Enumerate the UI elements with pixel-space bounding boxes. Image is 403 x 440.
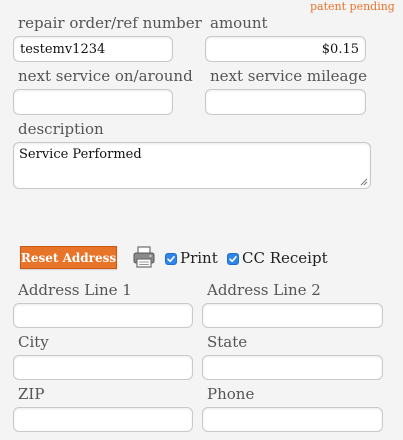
repair-order-input[interactable]: testemv1234 xyxy=(13,36,173,62)
address-line-2-input[interactable] xyxy=(202,303,383,328)
city-label: City xyxy=(18,333,49,351)
next-service-mileage-label: next service mileage xyxy=(210,67,367,85)
description-label: description xyxy=(18,120,104,138)
state-label: State xyxy=(207,333,248,351)
cc-receipt-checkbox[interactable] xyxy=(227,253,239,265)
resize-handle-icon[interactable] xyxy=(360,178,368,186)
address-line-1-label: Address Line 1 xyxy=(18,281,132,299)
next-service-mileage-input[interactable] xyxy=(205,89,366,115)
city-input[interactable] xyxy=(13,355,193,380)
state-input[interactable] xyxy=(202,355,383,380)
description-textarea[interactable]: Service Performed xyxy=(13,142,371,189)
checkmark-icon xyxy=(167,255,175,263)
zip-input[interactable] xyxy=(13,407,193,432)
address-line-2-label: Address Line 2 xyxy=(207,281,321,299)
amount-label: amount xyxy=(210,14,268,32)
printer-icon[interactable] xyxy=(132,245,156,269)
next-service-date-label: next service on/around xyxy=(18,67,193,85)
repair-order-label: repair order/ref number xyxy=(18,14,202,32)
print-checkbox[interactable] xyxy=(165,253,177,265)
phone-label: Phone xyxy=(207,385,255,403)
next-service-date-input[interactable] xyxy=(13,89,173,115)
amount-input[interactable]: $0.15 xyxy=(205,36,366,62)
address-line-1-input[interactable] xyxy=(13,303,193,328)
zip-label: ZIP xyxy=(18,385,45,403)
reset-address-button[interactable]: Reset Address xyxy=(20,246,117,269)
phone-input[interactable] xyxy=(202,407,383,432)
description-text: Service Performed xyxy=(19,147,142,162)
print-label[interactable]: Print xyxy=(180,249,218,267)
patent-pending-note: patent pending xyxy=(310,0,395,13)
cc-receipt-label[interactable]: CC Receipt xyxy=(242,249,328,267)
checkmark-icon xyxy=(229,255,237,263)
